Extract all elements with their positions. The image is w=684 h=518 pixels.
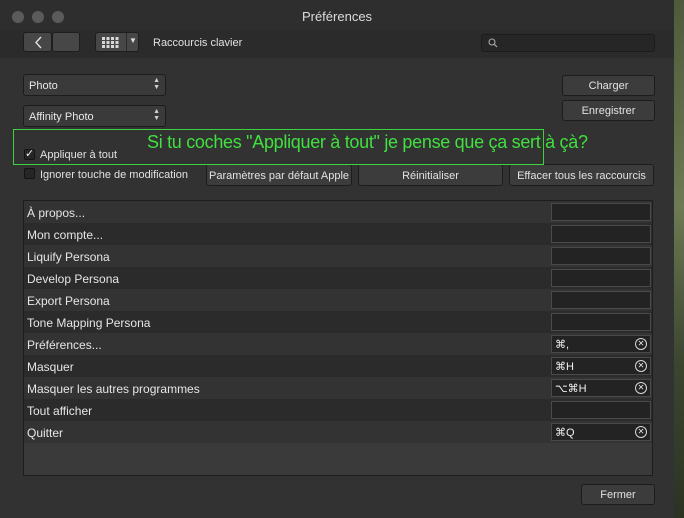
command-name: Export Persona — [27, 294, 110, 308]
magnifier-icon — [488, 38, 498, 48]
grid-view-button[interactable]: ▼ — [95, 32, 139, 52]
command-name: À propos... — [27, 206, 86, 220]
chevron-left-icon — [35, 36, 42, 49]
section-title: Raccourcis clavier — [153, 37, 243, 49]
app-dropdown[interactable]: Photo ▲ ▼ — [23, 74, 166, 96]
clear-shortcut-icon[interactable]: ✕ — [635, 382, 647, 394]
table-empty-area — [24, 443, 652, 475]
search-input[interactable] — [481, 34, 655, 52]
persona-dropdown-value: Affinity Photo — [29, 111, 94, 123]
shortcuts-table: À propos... Mon compte... Liquify Person… — [23, 200, 653, 476]
shortcut-field[interactable] — [551, 313, 651, 331]
shortcut-field[interactable] — [551, 203, 651, 221]
clear-all-shortcuts-button[interactable]: Effacer tous les raccourcis — [509, 164, 654, 186]
shortcut-field[interactable] — [551, 225, 651, 243]
table-row[interactable]: Export Persona — [24, 289, 652, 311]
preferences-window: Préférences ▼ Raccourcis clavier Photo ▲… — [0, 0, 674, 518]
command-name: Liquify Persona — [27, 250, 110, 264]
clear-shortcut-icon[interactable]: ✕ — [635, 360, 647, 372]
command-name: Mon compte... — [27, 228, 104, 242]
save-button[interactable]: Enregistrer — [562, 100, 655, 121]
window-title: Préférences — [301, 9, 373, 24]
shortcut-field[interactable] — [551, 269, 651, 287]
chevron-down-icon: ▼ — [129, 36, 137, 45]
shortcut-value: ⌘Q — [555, 427, 575, 439]
ignore-modifier-checkbox[interactable] — [24, 168, 35, 179]
shortcut-field[interactable]: ⌥⌘H ✕ — [551, 379, 651, 397]
updown-icon: ▲ ▼ — [153, 77, 160, 91]
table-row[interactable]: À propos... — [24, 201, 652, 223]
apple-defaults-button[interactable]: Paramètres par défaut Apple — [206, 164, 352, 186]
command-name: Masquer les autres programmes — [27, 382, 200, 396]
persona-dropdown[interactable]: Affinity Photo ▲ ▼ — [23, 105, 166, 127]
command-name: Tone Mapping Persona — [27, 316, 151, 330]
shortcut-field[interactable]: ⌘H ✕ — [551, 357, 651, 375]
table-row[interactable]: Liquify Persona — [24, 245, 652, 267]
table-row[interactable]: Masquer ⌘H ✕ — [24, 355, 652, 377]
shortcut-value: ⌥⌘H — [555, 383, 587, 395]
command-name: Préférences... — [27, 338, 102, 352]
shortcut-value: ⌘H — [555, 361, 574, 373]
command-name: Tout afficher — [27, 404, 93, 418]
updown-icon: ▲ ▼ — [153, 108, 160, 122]
shortcut-field[interactable] — [551, 401, 651, 419]
shortcut-value: ⌘, — [555, 339, 570, 351]
back-button[interactable] — [23, 32, 52, 52]
app-dropdown-value: Photo — [29, 80, 58, 92]
forward-button[interactable] — [52, 32, 80, 52]
close-button[interactable]: Fermer — [581, 484, 655, 505]
annotation-text: Si tu coches "Appliquer à tout" je pense… — [147, 132, 588, 152]
shortcut-field[interactable] — [551, 247, 651, 265]
reset-button[interactable]: Réinitialiser — [358, 164, 503, 186]
shortcut-field[interactable] — [551, 291, 651, 309]
command-name: Quitter — [27, 426, 64, 440]
desktop-background — [674, 0, 684, 518]
command-name: Develop Persona — [27, 272, 120, 286]
table-row[interactable]: Préférences... ⌘, ✕ — [24, 333, 652, 355]
table-row[interactable]: Quitter ⌘Q ✕ — [24, 421, 652, 443]
table-row[interactable]: Tone Mapping Persona — [24, 311, 652, 333]
divider — [126, 33, 127, 51]
ignore-modifier-label: Ignorer touche de modification — [40, 169, 188, 181]
shortcut-field[interactable]: ⌘, ✕ — [551, 335, 651, 353]
table-row[interactable]: Develop Persona — [24, 267, 652, 289]
table-row[interactable]: Tout afficher — [24, 399, 652, 421]
clear-shortcut-icon[interactable]: ✕ — [635, 338, 647, 350]
load-button[interactable]: Charger — [562, 75, 655, 96]
grid-icon — [102, 37, 119, 48]
clear-shortcut-icon[interactable]: ✕ — [635, 426, 647, 438]
table-row[interactable]: Masquer les autres programmes ⌥⌘H ✕ — [24, 377, 652, 399]
command-name: Masquer — [27, 360, 74, 374]
table-row[interactable]: Mon compte... — [24, 223, 652, 245]
shortcut-field[interactable]: ⌘Q ✕ — [551, 423, 651, 441]
